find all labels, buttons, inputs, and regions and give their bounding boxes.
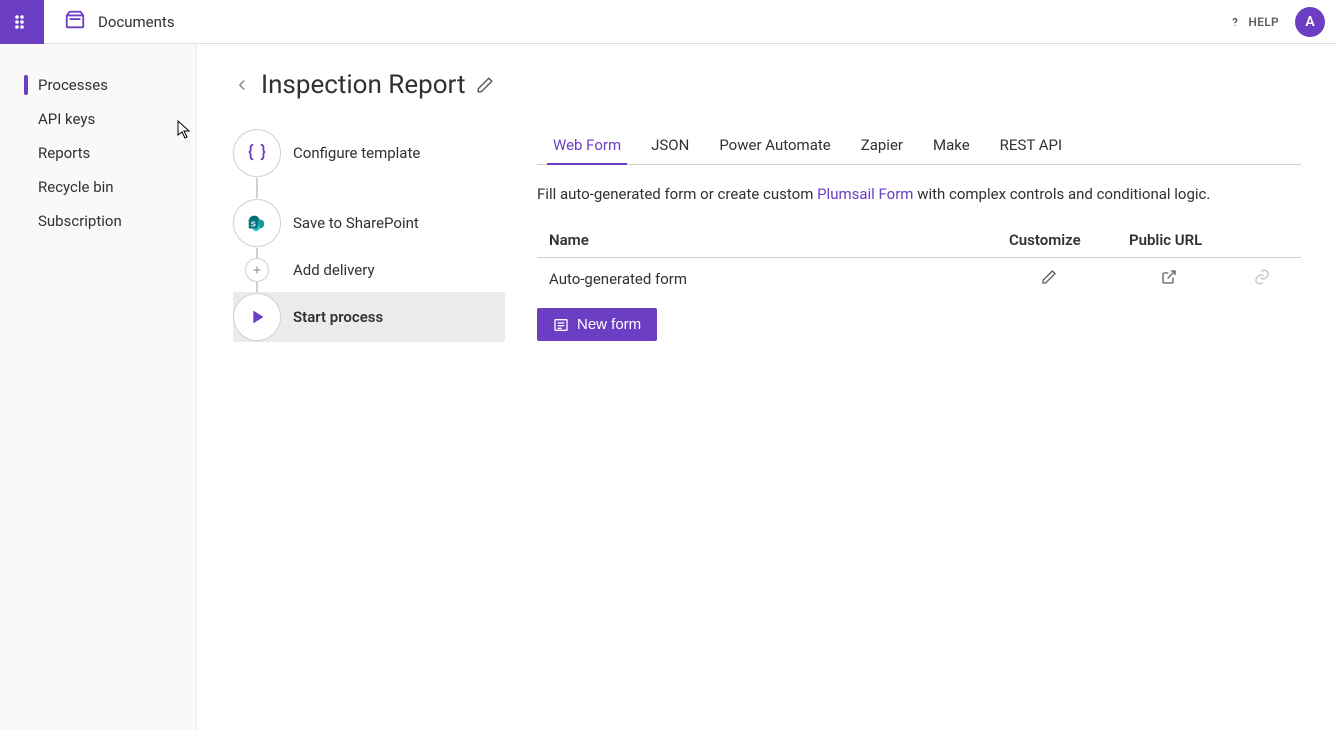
tab-zapier[interactable]: Zapier (861, 128, 903, 164)
edit-title-button[interactable] (476, 76, 494, 94)
tab-power-automate[interactable]: Power Automate (719, 128, 830, 164)
step-label: Add delivery (293, 261, 375, 279)
th-name: Name (549, 231, 1009, 249)
sharepoint-icon: S (233, 199, 281, 247)
form-icon (553, 317, 569, 333)
step-label: Save to SharePoint (293, 214, 419, 232)
plumsail-form-link[interactable]: Plumsail Form (817, 185, 913, 203)
sidebar-item-processes[interactable]: Processes (0, 68, 196, 102)
tab-json[interactable]: JSON (651, 128, 689, 164)
step-add-delivery[interactable]: Add delivery (233, 258, 505, 282)
sidebar-item-reports[interactable]: Reports (0, 136, 196, 170)
table-header: Name Customize Public URL (537, 223, 1301, 258)
plus-icon (245, 258, 269, 282)
step-save-to-sharepoint[interactable]: S Save to SharePoint (233, 198, 505, 248)
step-label: Start process (293, 308, 383, 326)
customize-form-button[interactable] (1041, 269, 1057, 285)
unlink-icon (1253, 268, 1271, 286)
sidebar-item-recycle-bin[interactable]: Recycle bin (0, 170, 196, 204)
sidebar-item-subscription[interactable]: Subscription (0, 204, 196, 238)
sidebar: Processes API keys Reports Recycle bin S… (0, 44, 197, 730)
page-title: Inspection Report (261, 70, 466, 100)
back-arrow-icon[interactable] (233, 76, 251, 94)
th-customize: Customize (1009, 231, 1129, 249)
tab-make[interactable]: Make (933, 128, 970, 164)
tab-web-form[interactable]: Web Form (553, 128, 621, 164)
app-name[interactable]: Documents (98, 13, 175, 31)
step-start-process[interactable]: Start process (233, 292, 505, 342)
tabs: Web Form JSON Power Automate Zapier Make… (537, 128, 1301, 165)
table-row: Auto-generated form (537, 258, 1301, 300)
avatar-initial: A (1305, 14, 1314, 30)
tab-rest-api[interactable]: REST API (1000, 128, 1062, 164)
braces-icon (233, 129, 281, 177)
form-name: Auto-generated form (549, 270, 1009, 288)
th-public-url: Public URL (1129, 231, 1249, 249)
play-icon (233, 293, 281, 341)
sidebar-item-api-keys[interactable]: API keys (0, 102, 196, 136)
step-label: Configure template (293, 144, 420, 162)
svg-text:S: S (251, 220, 256, 229)
hint-text: Fill auto-generated form or create custo… (537, 185, 1301, 203)
avatar[interactable]: A (1295, 7, 1325, 37)
process-steps: Configure template S Save to SharePoint (233, 128, 505, 342)
new-form-button[interactable]: New form (537, 308, 657, 341)
app-launcher-button[interactable] (0, 0, 44, 44)
help-button[interactable]: HELP (1228, 15, 1279, 29)
open-public-url-button[interactable] (1161, 269, 1177, 285)
new-form-label: New form (577, 316, 641, 333)
help-label: HELP (1248, 15, 1279, 29)
step-configure-template[interactable]: Configure template (233, 128, 505, 178)
documents-icon (64, 9, 86, 35)
